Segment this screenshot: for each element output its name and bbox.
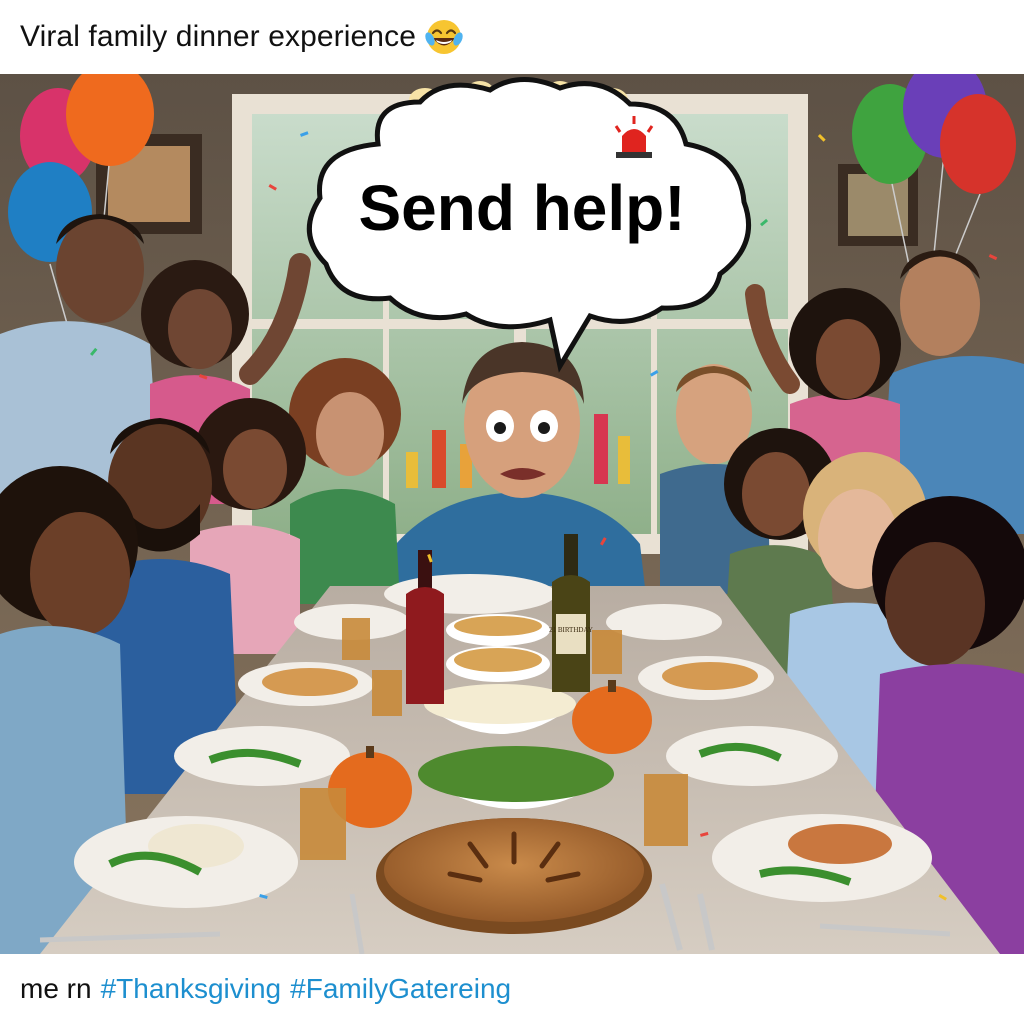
post-title: Viral family dinner experience: [20, 20, 416, 53]
caption-text: me rn: [20, 973, 92, 1004]
dinner-illustration: 21 BIRTHDAY Send help!: [0, 74, 1024, 954]
social-post: Viral family dinner experience 21 BIRTHD…: [0, 0, 1024, 1024]
bottle-label: 21 BIRTHDAY: [549, 626, 593, 634]
post-image[interactable]: 21 BIRTHDAY Send help!: [0, 74, 1024, 954]
pie: [376, 818, 652, 934]
hashtag-thanksgiving[interactable]: #Thanksgiving: [101, 973, 282, 1005]
hashtag-familygatereing[interactable]: #FamilyGatereing: [290, 973, 511, 1005]
post-caption: me rn #Thanksgiving #FamilyGatereing: [0, 954, 1024, 1024]
post-header: Viral family dinner experience: [0, 0, 1024, 74]
face-with-tears-of-joy-icon: [425, 20, 463, 54]
speech-bubble-text: Send help!: [358, 172, 685, 244]
